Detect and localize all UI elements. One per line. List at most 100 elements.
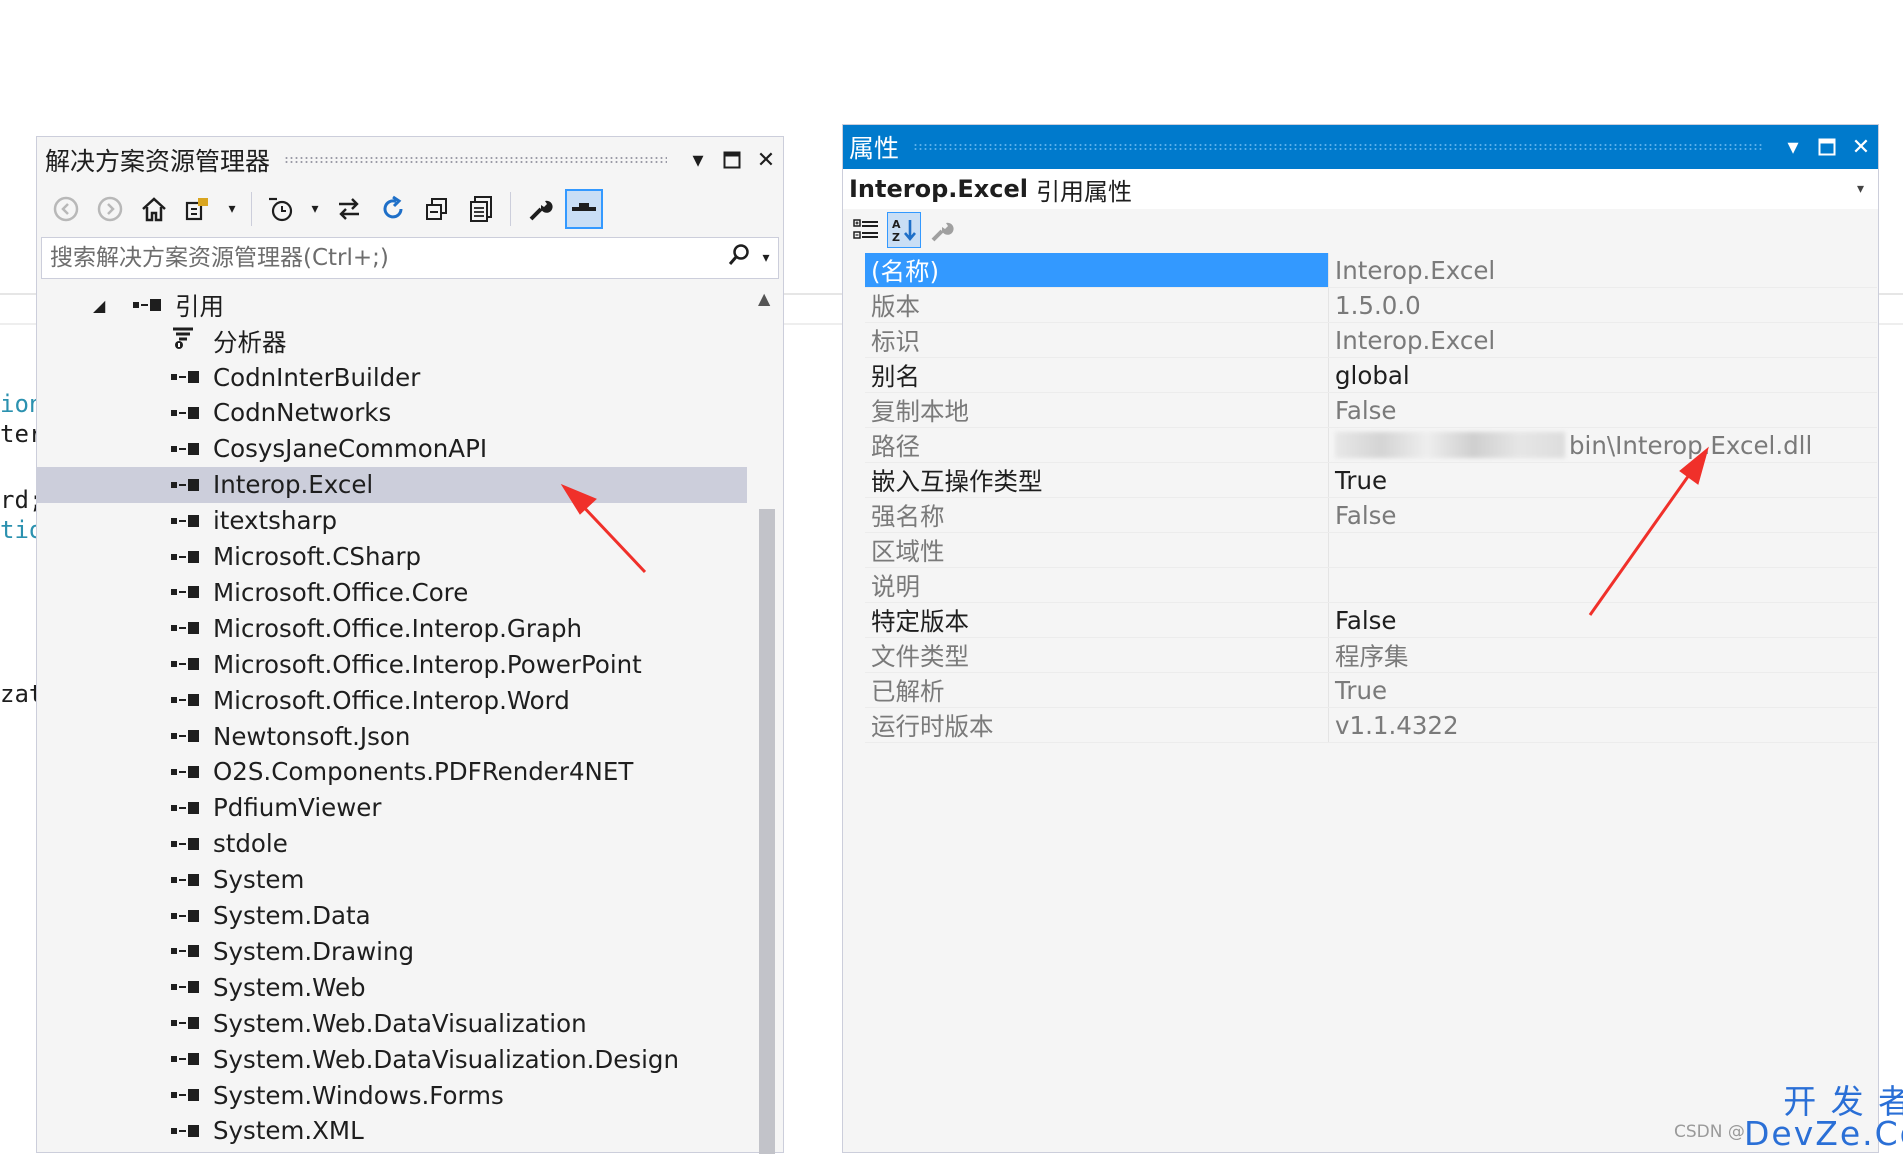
property-row[interactable]: 运行时版本 v1.1.4322	[865, 708, 1877, 743]
chevron-down-icon[interactable]: ▾	[754, 250, 778, 266]
switch-views-icon[interactable]	[179, 189, 217, 229]
maximize-icon[interactable]	[715, 143, 749, 177]
tree-node-reference[interactable]: Newtonsoft.Json	[37, 718, 747, 754]
maximize-icon[interactable]	[1810, 130, 1844, 164]
tree-node-reference[interactable]: Microsoft.Office.Interop.Word	[37, 682, 747, 718]
tree-node-reference[interactable]: CodnNetworks	[37, 395, 747, 431]
tree-node-reference[interactable]: Microsoft.Office.Interop.Graph	[37, 610, 747, 646]
property-value[interactable]: Interop.Excel	[1328, 323, 1877, 357]
property-value[interactable]: 程序集	[1328, 638, 1877, 672]
tree-node-reference[interactable]: Interop.Excel	[37, 466, 747, 503]
pending-changes-filter-icon[interactable]	[262, 189, 300, 229]
scroll-up-icon[interactable]: ▲	[758, 289, 770, 308]
preview-selected-items-icon[interactable]	[565, 189, 603, 229]
forward-icon[interactable]	[91, 189, 129, 229]
property-value[interactable]: global	[1328, 358, 1877, 392]
property-name[interactable]: 文件类型	[865, 638, 1328, 672]
alphabetical-sort-icon[interactable]: AZ	[887, 212, 921, 248]
search-icon[interactable]	[724, 243, 754, 273]
property-row[interactable]: 路径 bin\Interop.Excel.dll	[865, 428, 1877, 463]
tree-node-reference[interactable]: Microsoft.Office.Interop.PowerPoint	[37, 646, 747, 682]
solution-explorer-titlebar[interactable]: 解决方案资源管理器 ▾ ✕	[37, 137, 783, 183]
property-name[interactable]: 区域性	[865, 533, 1328, 567]
tree-node-reference[interactable]: System.Web.DataVisualization.Design	[37, 1041, 747, 1077]
property-value[interactable]: True	[1328, 463, 1877, 497]
tree-node-reference[interactable]: System.Data	[37, 898, 747, 934]
property-row[interactable]: 别名 global	[865, 358, 1877, 393]
property-row[interactable]: 区域性	[865, 533, 1877, 568]
property-value[interactable]: False	[1328, 393, 1877, 427]
tree-node-reference[interactable]: PdfiumViewer	[37, 790, 747, 826]
tree-node-reference[interactable]: stdole	[37, 826, 747, 862]
tree-node-reference[interactable]: System.Windows.Forms	[37, 1077, 747, 1113]
property-name[interactable]: 特定版本	[865, 603, 1328, 637]
collapse-all-icon[interactable]	[418, 189, 456, 229]
window-position-dropdown-icon[interactable]: ▾	[681, 143, 715, 177]
property-row[interactable]: 文件类型 程序集	[865, 638, 1877, 673]
chevron-down-icon[interactable]: ▾	[1857, 181, 1864, 197]
property-value[interactable]: bin\Interop.Excel.dll	[1328, 428, 1877, 462]
property-name[interactable]: 路径	[865, 428, 1328, 462]
refresh-icon[interactable]	[374, 189, 412, 229]
property-value[interactable]	[1328, 568, 1877, 602]
property-name[interactable]: 标识	[865, 323, 1328, 357]
property-row[interactable]: 强名称 False	[865, 498, 1877, 533]
tree-node-analyzers[interactable]: 分析器	[37, 323, 747, 359]
property-row[interactable]: 复制本地 False	[865, 393, 1877, 428]
vertical-scrollbar[interactable]: ▲	[755, 285, 779, 1154]
sync-with-active-document-icon[interactable]	[330, 189, 368, 229]
categorized-icon[interactable]	[849, 212, 883, 248]
home-icon[interactable]	[135, 189, 173, 229]
scrollbar-thumb[interactable]	[759, 509, 775, 1154]
tree-node-reference[interactable]: System.Web	[37, 969, 747, 1005]
property-pages-wrench-icon[interactable]	[925, 212, 959, 248]
window-position-dropdown-icon[interactable]: ▾	[1776, 130, 1810, 164]
property-name[interactable]: (名称)	[865, 253, 1328, 287]
search-box[interactable]: ▾	[41, 237, 779, 279]
close-icon[interactable]: ✕	[749, 143, 783, 177]
property-value[interactable]: 1.5.0.0	[1328, 288, 1877, 322]
chevron-down-icon[interactable]: ▾	[223, 189, 241, 229]
expand-collapse-icon[interactable]: ◢	[93, 296, 111, 315]
property-name[interactable]: 版本	[865, 288, 1328, 322]
tree-node-reference[interactable]: System	[37, 862, 747, 898]
property-name[interactable]: 说明	[865, 568, 1328, 602]
property-row[interactable]: 特定版本 False	[865, 603, 1877, 638]
property-name[interactable]: 已解析	[865, 673, 1328, 707]
title-grip[interactable]	[284, 156, 667, 164]
property-value[interactable]: Interop.Excel	[1328, 253, 1877, 287]
close-icon[interactable]: ✕	[1844, 130, 1878, 164]
chevron-down-icon[interactable]: ▾	[306, 189, 324, 229]
property-row[interactable]: 已解析 True	[865, 673, 1877, 708]
property-row[interactable]: 嵌入互操作类型 True	[865, 463, 1877, 498]
tree-node-reference[interactable]: System.Drawing	[37, 933, 747, 969]
property-row[interactable]: (名称) Interop.Excel	[865, 253, 1877, 288]
property-row[interactable]: 版本 1.5.0.0	[865, 288, 1877, 323]
back-icon[interactable]	[47, 189, 85, 229]
property-value[interactable]: True	[1328, 673, 1877, 707]
tree-node-reference[interactable]: CodnInterBuilder	[37, 359, 747, 395]
property-name[interactable]: 别名	[865, 358, 1328, 392]
tree-node-reference[interactable]: Microsoft.CSharp	[37, 539, 747, 575]
property-value[interactable]: False	[1328, 498, 1877, 532]
property-name[interactable]: 强名称	[865, 498, 1328, 532]
tree-node-reference[interactable]: System.Web.DataVisualization	[37, 1005, 747, 1041]
tree-node-reference[interactable]: CosysJaneCommonAPI	[37, 431, 747, 467]
property-value[interactable]	[1328, 533, 1877, 567]
property-name[interactable]: 复制本地	[865, 393, 1328, 427]
property-value[interactable]: False	[1328, 603, 1877, 637]
property-row[interactable]: 标识 Interop.Excel	[865, 323, 1877, 358]
tree-node-reference[interactable]: itextsharp	[37, 503, 747, 539]
properties-wrench-icon[interactable]	[521, 189, 559, 229]
properties-titlebar[interactable]: 属性 ▾ ✕	[843, 125, 1878, 169]
tree-node-reference[interactable]: System.XML	[37, 1113, 747, 1149]
search-input[interactable]	[42, 244, 724, 272]
tree-node-reference[interactable]: O2S.Components.PDFRender4NET	[37, 754, 747, 790]
property-row[interactable]: 说明	[865, 568, 1877, 603]
tree-node-references[interactable]: ◢ 引用	[37, 287, 747, 323]
show-all-files-icon[interactable]	[462, 189, 500, 229]
property-name[interactable]: 嵌入互操作类型	[865, 463, 1328, 497]
title-grip[interactable]	[913, 143, 1762, 151]
property-name[interactable]: 运行时版本	[865, 708, 1328, 742]
object-selector[interactable]: Interop.Excel 引用属性 ▾	[843, 169, 1878, 209]
